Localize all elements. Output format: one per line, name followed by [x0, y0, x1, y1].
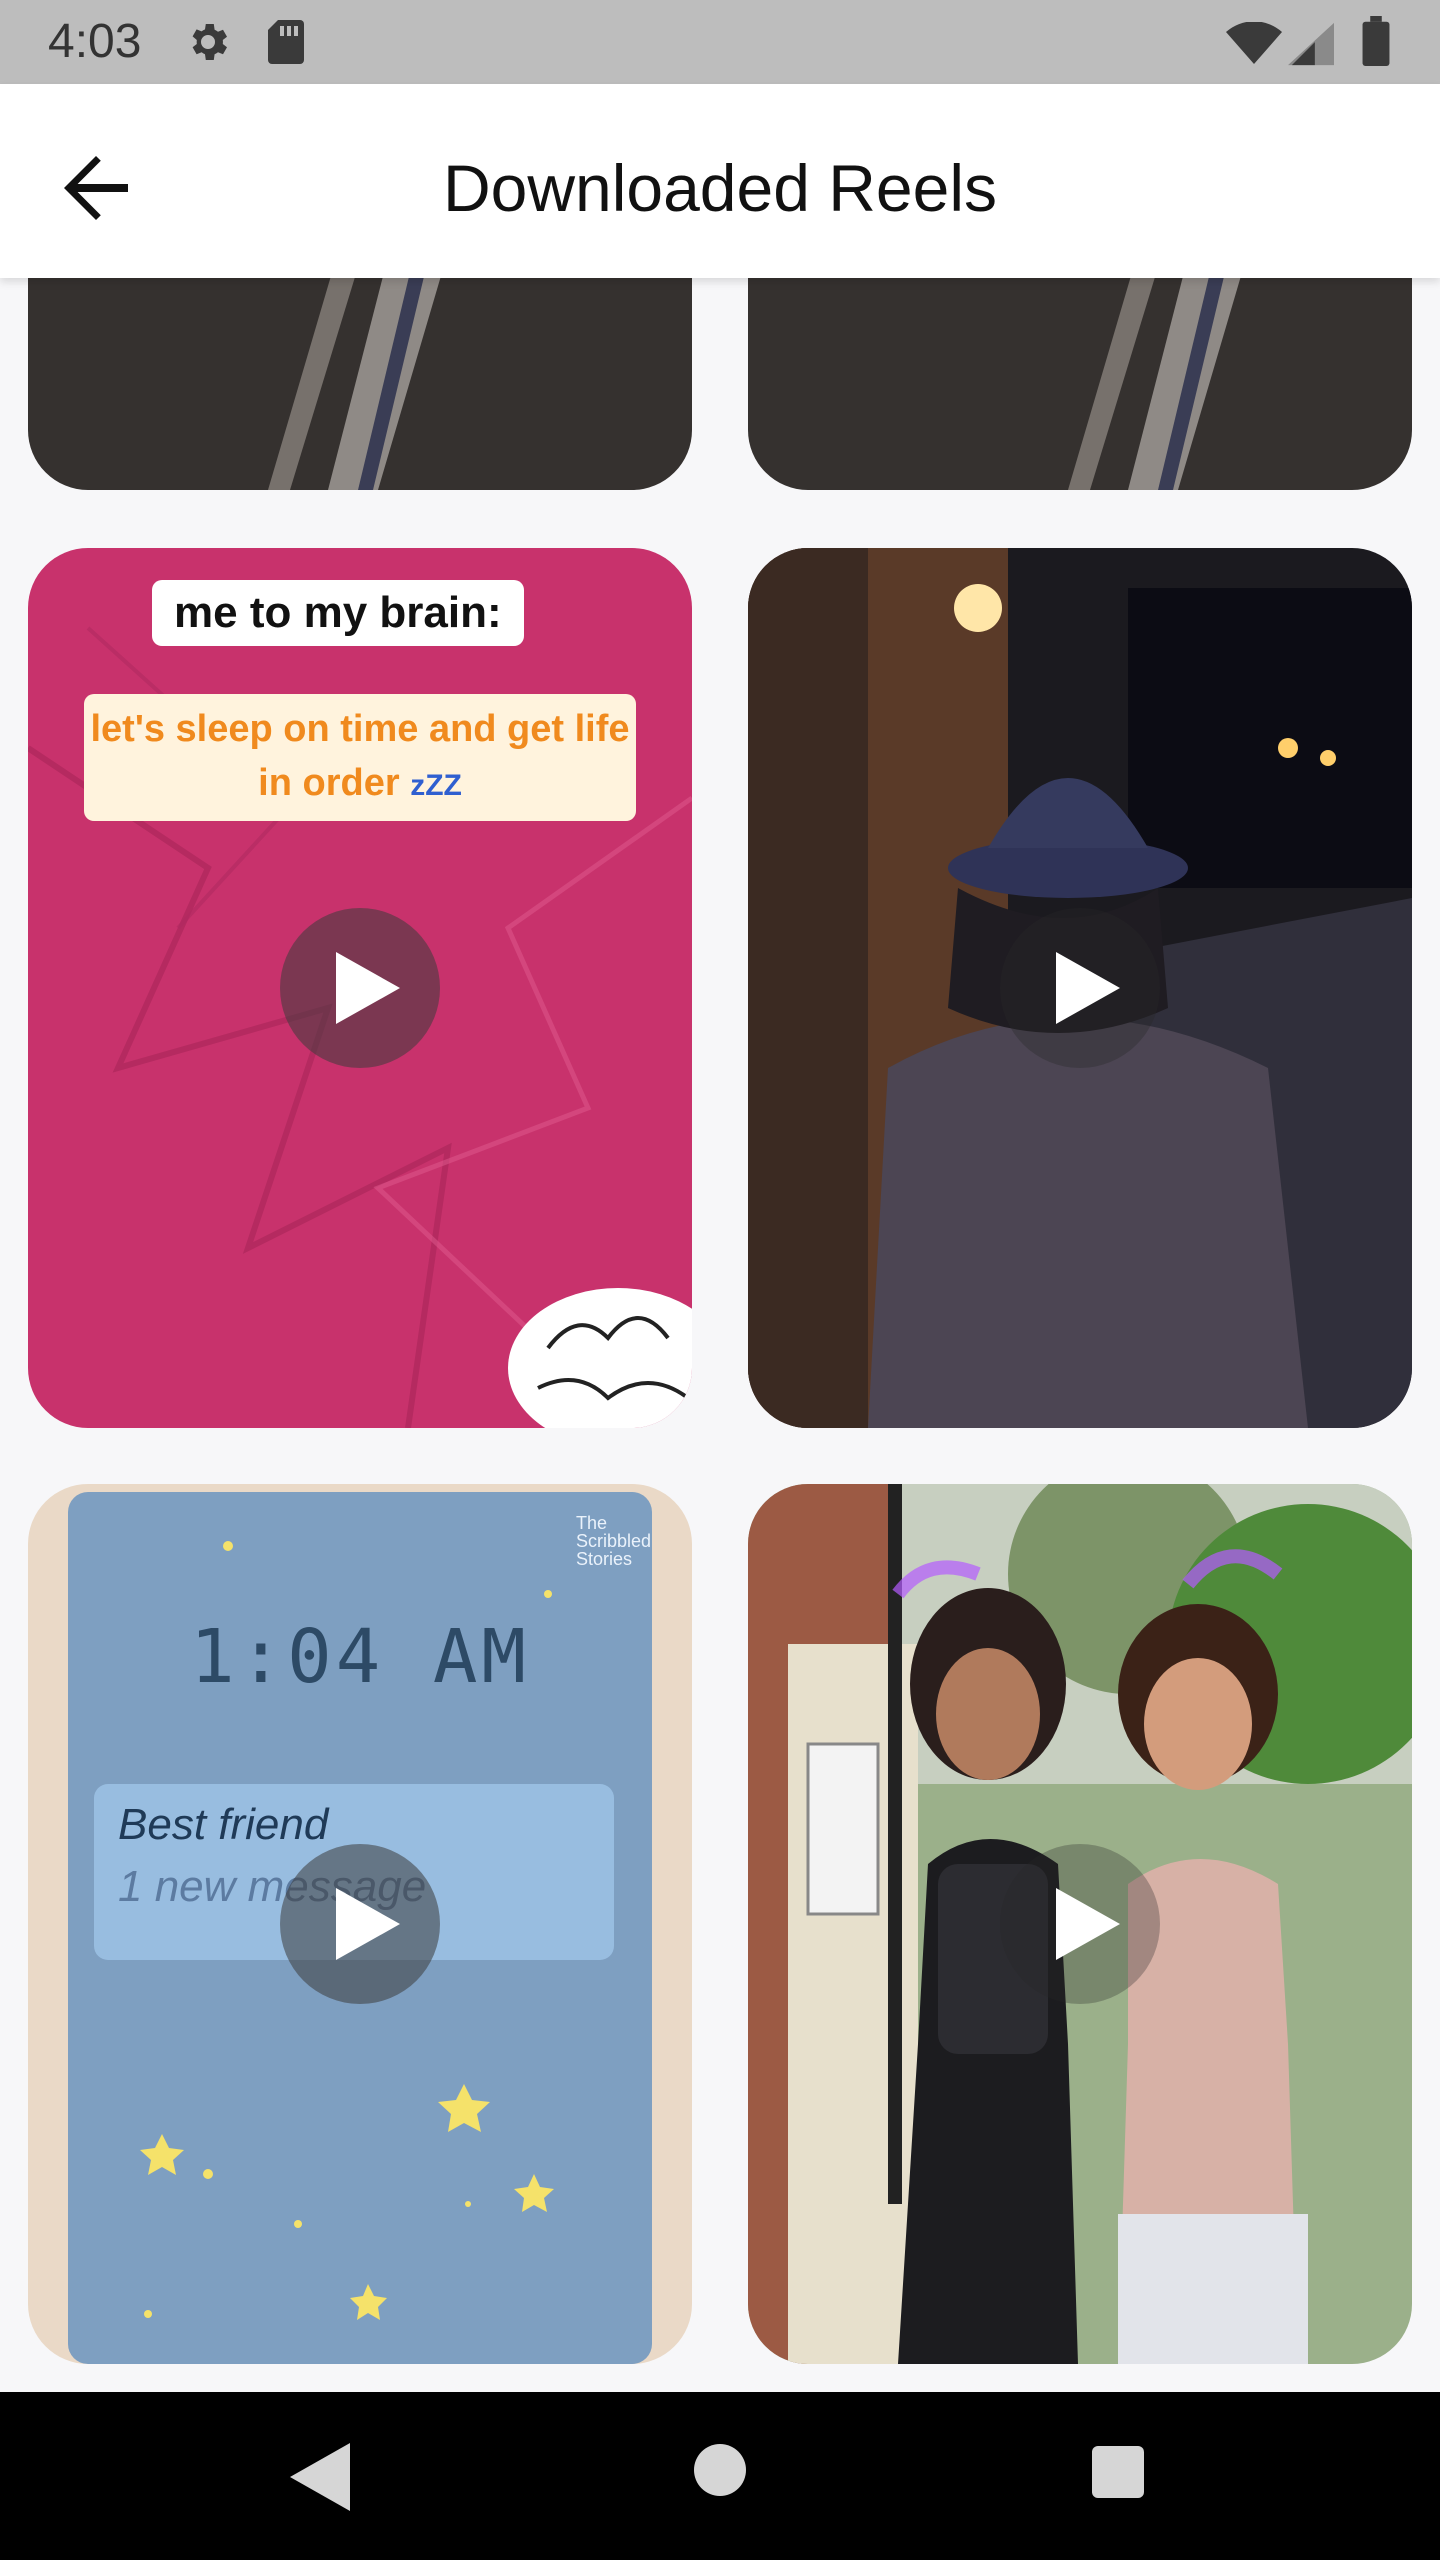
play-button[interactable] [1000, 908, 1160, 1068]
reel-caption-main: let's sleep on time and get life in orde… [84, 694, 636, 821]
play-icon [336, 1888, 400, 1960]
nav-back-icon[interactable] [290, 2442, 350, 2512]
reel-thumbnail[interactable]: me to my brain: let's sleep on time and … [28, 548, 692, 1428]
play-icon [1056, 1888, 1120, 1960]
reel-thumbnail[interactable]: The Scribbled Stories 1:04 AM Best frien… [28, 1484, 692, 2364]
nav-home-icon[interactable] [694, 2444, 746, 2496]
road-aerial-thumbnail [748, 278, 1412, 490]
play-button[interactable] [280, 1844, 440, 2004]
reel-thumbnail[interactable] [748, 548, 1412, 1428]
wifi-icon [1226, 22, 1282, 64]
notification-title: Best friend [118, 1800, 329, 1849]
reels-grid[interactable]: me to my brain: let's sleep on time and … [0, 278, 1440, 2392]
play-button[interactable] [1000, 1844, 1160, 2004]
reel-thumbnail-partial-left[interactable] [28, 278, 692, 490]
reel-caption-top: me to my brain: [152, 580, 524, 646]
road-aerial-thumbnail [28, 278, 692, 490]
battery-icon [1362, 16, 1390, 66]
clock-display: 1:04 AM [190, 1614, 530, 1700]
play-icon [1056, 952, 1120, 1024]
reel-caption-text: let's sleep on time and get life in orde… [90, 708, 630, 804]
system-nav-bar [0, 2392, 1440, 2560]
nav-recents-icon[interactable] [1092, 2446, 1144, 2498]
play-icon [336, 952, 400, 1024]
status-bar: 4:03 [0, 0, 1440, 84]
app-bar: Downloaded Reels [0, 84, 1440, 278]
reel-thumbnail-partial-right[interactable] [748, 278, 1412, 490]
brand-watermark: The Scribbled Stories [576, 1513, 652, 1569]
cell-signal-icon [1288, 22, 1334, 66]
sd-card-icon [268, 20, 304, 64]
reel-thumbnail[interactable] [748, 1484, 1412, 2364]
status-time: 4:03 [48, 15, 142, 68]
sleep-zzz-label: zZZ [410, 769, 462, 802]
play-button[interactable] [280, 908, 440, 1068]
settings-gear-icon [192, 24, 227, 60]
page-title: Downloaded Reels [442, 151, 997, 225]
